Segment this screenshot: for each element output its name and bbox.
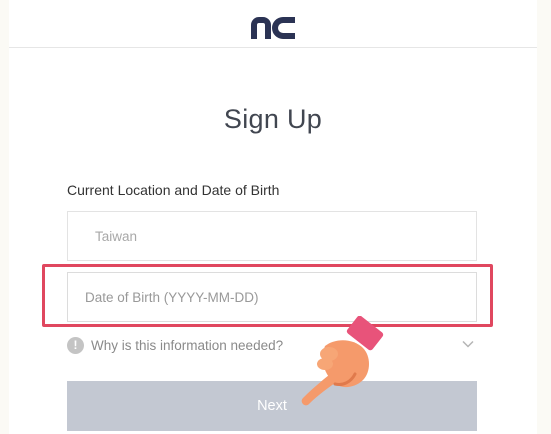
hand-pointer-icon <box>301 316 384 406</box>
next-button[interactable]: Next <box>67 381 477 431</box>
info-row[interactable]: ! Why is this information needed? <box>67 335 477 355</box>
header-divider <box>9 47 537 48</box>
highlight-annotation <box>42 264 493 327</box>
section-label: Current Location and Date of Birth <box>67 182 280 198</box>
country-field[interactable]: Taiwan <box>67 211 477 261</box>
nc-logo-icon[interactable] <box>251 17 295 39</box>
header <box>9 8 537 48</box>
country-value: Taiwan <box>95 228 138 244</box>
chevron-down-icon[interactable] <box>461 337 475 351</box>
signup-page: Sign Up Current Location and Date of Bir… <box>9 0 537 434</box>
info-text: Why is this information needed? <box>91 337 284 353</box>
info-icon: ! <box>67 336 84 354</box>
page-title: Sign Up <box>223 104 323 134</box>
